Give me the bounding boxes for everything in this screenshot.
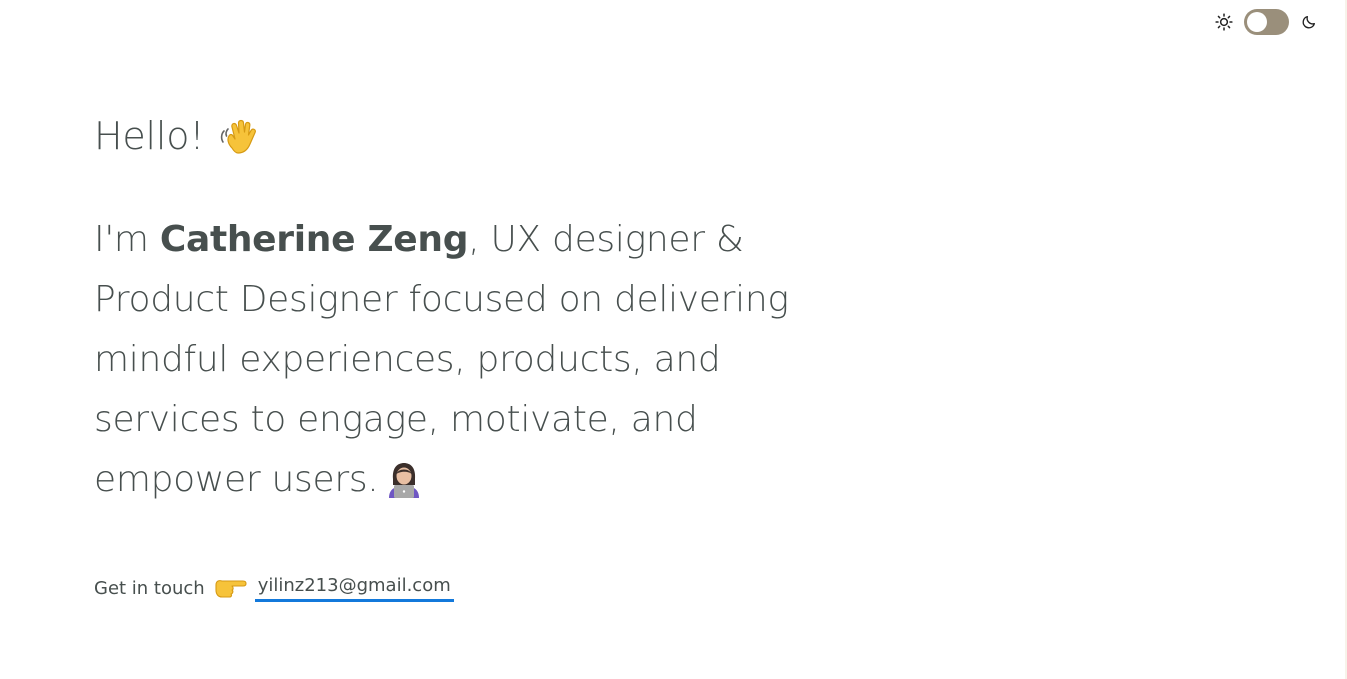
theme-toggle[interactable] <box>1244 9 1289 35</box>
designer-name: Catherine Zeng <box>159 219 469 260</box>
intro-paragraph: I'm Catherine Zeng, UX designer & Produc… <box>94 210 814 510</box>
moon-icon[interactable] <box>1299 12 1319 32</box>
greeting-heading: Hello! <box>94 110 814 162</box>
email-link[interactable]: yilinz213@gmail.com <box>254 574 454 602</box>
theme-switch[interactable] <box>1214 9 1319 35</box>
hero-section: Hello! I'm Catherine Zeng, UX designer &… <box>94 110 814 602</box>
contact-label: Get in touch <box>94 577 205 599</box>
top-nav-clipped <box>24 0 114 4</box>
greeting-text: Hello! <box>94 114 205 158</box>
toggle-knob <box>1247 12 1267 32</box>
person-with-laptop-icon <box>384 458 424 498</box>
waving-hand-icon <box>218 115 262 159</box>
intro-description: , UX designer & Product Designer focused… <box>94 219 789 500</box>
intro-prefix: I'm <box>94 219 160 260</box>
sun-icon[interactable] <box>1214 12 1234 32</box>
pointing-right-icon <box>213 574 247 602</box>
contact-row: Get in touch yilinz213@gmail.com <box>94 574 814 602</box>
